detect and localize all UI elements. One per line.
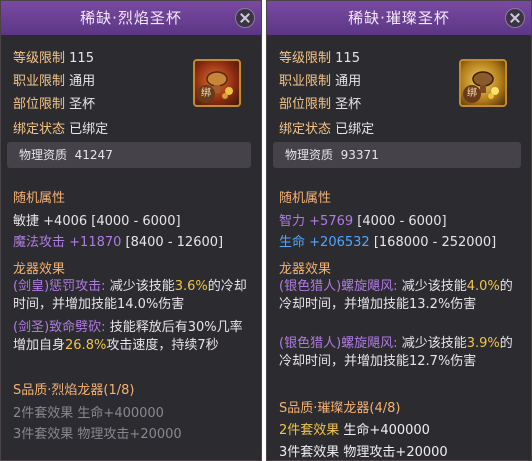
slot-limit: 部位限制 圣杯 [13, 97, 96, 112]
set-title: S品质·烈焰龙器(1/8) [13, 383, 135, 398]
set-title: S品质·璀璨龙器(4/8) [279, 401, 401, 416]
set-row: 3件套效果 物理攻击+20000 [279, 445, 448, 460]
item-title: 稀缺·璀璨圣杯 [267, 1, 531, 35]
class-limit: 职业限制 通用 [13, 74, 96, 89]
item-title: 稀缺·烈焰圣杯 [1, 1, 261, 35]
close-icon[interactable] [505, 8, 525, 28]
item-tooltip-left: 稀缺·烈焰圣杯 等级限制 115 职业限制 通用 部位限制 圣杯 绑定状态 已绑… [0, 0, 262, 461]
set-row: 2件套效果 生命+400000 [13, 406, 164, 421]
dragon-effect-header: 龙器效果 [13, 262, 66, 277]
level-limit: 等级限制 115 [13, 51, 94, 66]
random-attr-header: 随机属性 [279, 191, 332, 206]
quality-box: 物理资质 41247 [7, 142, 251, 168]
random-attr-row: 敏捷 +4006 [4000 - 6000] [13, 214, 181, 229]
class-limit: 职业限制 通用 [279, 74, 362, 89]
item-icon[interactable]: 绑 [459, 59, 507, 107]
item-icon[interactable]: 绑 [193, 59, 241, 107]
bind-status: 绑定状态 已绑定 [279, 122, 375, 137]
random-attr-row: 魔法攻击 +11870 [8400 - 12600] [13, 235, 224, 250]
dragon-effect-1: (银色猎人)螺旋飓风: 减少该技能4.0%的冷却时间，并增加技能13.2%伤害 [279, 279, 513, 312]
random-attr-row: 生命 +206532 [168000 - 252000] [279, 235, 497, 250]
dragon-effect-1: (剑皇)惩罚攻击: 减少该技能3.6%的冷却时间，并增加技能14.0%伤害 [13, 279, 247, 312]
bind-icon: 绑 [197, 85, 215, 103]
slot-limit: 部位限制 圣杯 [279, 97, 362, 112]
dragon-effect-header: 龙器效果 [279, 262, 332, 277]
random-attr-header: 随机属性 [13, 191, 66, 206]
set-row: 2件套效果 生命+400000 [279, 423, 430, 438]
dragon-effect-2: (剑圣)致命劈砍: 技能释放后有30%几率增加自身26.8%攻击速度，持续7秒 [13, 320, 243, 353]
bind-icon: 绑 [463, 85, 481, 103]
set-row: 3件套效果 物理攻击+20000 [13, 427, 182, 442]
quality-box: 物理资质 93371 [273, 142, 521, 168]
level-limit: 等级限制 115 [279, 51, 360, 66]
close-icon[interactable] [235, 8, 255, 28]
random-attr-row: 智力 +5769 [4000 - 6000] [279, 214, 447, 229]
bind-status: 绑定状态 已绑定 [13, 122, 109, 137]
dragon-effect-2: (银色猎人)螺旋飓风: 减少该技能3.9%的冷却时间，并增加技能12.7%伤害 [279, 336, 513, 369]
item-tooltip-right: 稀缺·璀璨圣杯 等级限制 115 职业限制 通用 部位限制 圣杯 绑定状态 已绑… [266, 0, 532, 461]
